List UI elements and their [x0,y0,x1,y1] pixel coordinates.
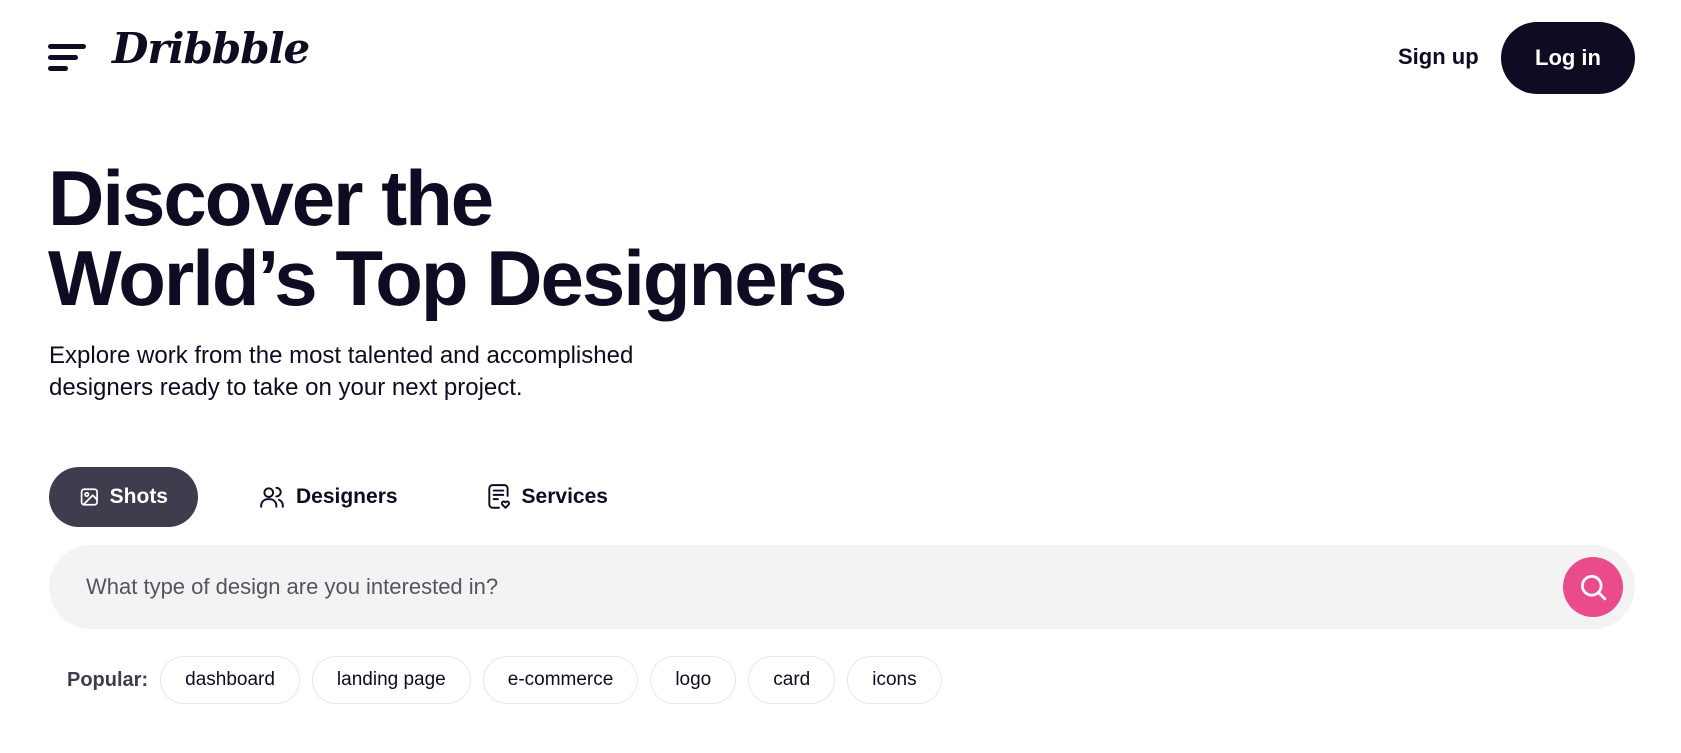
hero-subtitle: Explore work from the most talented and … [49,340,689,404]
sign-up-link[interactable]: Sign up [1398,44,1479,70]
tag-chip-landing-page[interactable]: landing page [311,656,471,704]
hero-title: Discover the World’s Top Designers [48,158,847,318]
popular-label: Popular: [67,668,149,691]
tab-shots-label: Shots [109,485,168,508]
tab-shots[interactable]: Shots [49,467,198,527]
search-type-tabs: Shots Designers Services [49,467,608,527]
tab-designers[interactable]: Designers [258,467,398,527]
search-button[interactable] [1563,557,1623,617]
hero-title-line-2: World’s Top Designers [48,234,847,322]
tab-services-label: Services [521,485,608,508]
tag-chip-logo[interactable]: logo [650,656,737,704]
search-bar [49,545,1635,629]
tag-chip-e-commerce[interactable]: e-commerce [482,656,639,704]
tab-services[interactable]: Services [486,467,608,527]
tag-chip-card[interactable]: card [748,656,836,704]
menu-icon[interactable] [48,42,88,74]
users-icon [260,486,284,508]
search-input[interactable] [86,567,1486,607]
search-icon [1581,575,1607,601]
tag-chip-dashboard[interactable]: dashboard [160,656,300,704]
hero-subtitle-line-2: designers ready to take on your next pro… [49,374,523,401]
hero-subtitle-line-1: Explore work from the most talented and … [49,342,634,369]
hero-title-line-1: Discover the [48,154,494,242]
document-heart-icon [487,484,510,509]
popular-tags: Popular: dashboard landing page e-commer… [67,656,954,704]
image-icon [80,488,98,506]
tab-designers-label: Designers [296,485,398,508]
dribbble-logo[interactable]: Dribbble [112,28,310,70]
log-in-button[interactable]: Log in [1501,22,1635,94]
tag-chip-icons[interactable]: icons [847,656,942,704]
site-header: Dribbble Sign up Log in [0,0,1681,116]
